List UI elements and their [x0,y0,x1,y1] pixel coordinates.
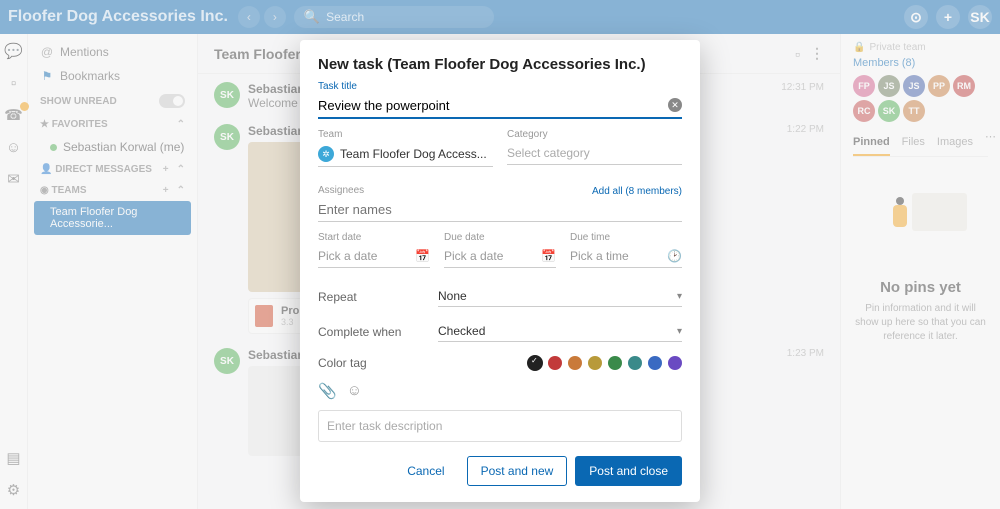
complete-when-label: Complete when [318,325,438,339]
task-title-label: Task title [318,81,682,92]
color-swatch[interactable] [568,356,582,370]
team-select[interactable]: ✲ Team Floofer Dog Access... [318,142,493,167]
calendar-icon: 📅 [541,249,556,263]
start-date-input[interactable]: Pick a date📅 [318,245,430,268]
assignees-input[interactable] [318,198,682,222]
cancel-button[interactable]: Cancel [393,456,458,486]
chevron-down-icon: ▾ [677,291,682,302]
attach-icon[interactable]: 📎 [318,382,337,400]
repeat-select[interactable]: None▾ [438,286,682,307]
modal-overlay: New task (Team Floofer Dog Accessories I… [0,0,1000,509]
due-date-label: Due date [444,232,556,243]
due-date-input[interactable]: Pick a date📅 [444,245,556,268]
modal-actions: Cancel Post and new Post and close [318,456,682,486]
color-swatch[interactable] [608,356,622,370]
color-tag-label: Color tag [318,356,528,370]
post-and-close-button[interactable]: Post and close [575,456,682,486]
due-time-label: Due time [570,232,682,243]
complete-when-select[interactable]: Checked▾ [438,321,682,342]
modal-title: New task (Team Floofer Dog Accessories I… [318,56,682,73]
post-and-new-button[interactable]: Post and new [467,456,568,486]
color-swatch[interactable] [588,356,602,370]
color-swatch[interactable] [648,356,662,370]
team-avatar-icon: ✲ [318,146,334,162]
color-swatch[interactable] [528,356,542,370]
clear-icon[interactable]: ✕ [668,98,682,112]
chevron-down-icon: ▾ [677,326,682,337]
assignees-label: Assignees [318,185,364,196]
color-swatch[interactable] [628,356,642,370]
new-task-modal: New task (Team Floofer Dog Accessories I… [300,40,700,502]
color-swatch[interactable] [668,356,682,370]
task-title-input[interactable] [318,94,682,119]
repeat-label: Repeat [318,290,438,304]
color-swatch[interactable] [548,356,562,370]
clock-icon: 🕑 [667,249,682,263]
emoji-icon[interactable]: ☺ [347,382,362,400]
add-all-link[interactable]: Add all (8 members) [592,186,682,197]
color-swatches [528,356,682,370]
calendar-icon: 📅 [415,249,430,263]
team-label: Team [318,129,493,140]
start-date-label: Start date [318,232,430,243]
category-select[interactable]: Select category [507,142,682,165]
description-input[interactable]: Enter task description [318,410,682,442]
due-time-input[interactable]: Pick a time🕑 [570,245,682,268]
category-label: Category [507,129,682,140]
